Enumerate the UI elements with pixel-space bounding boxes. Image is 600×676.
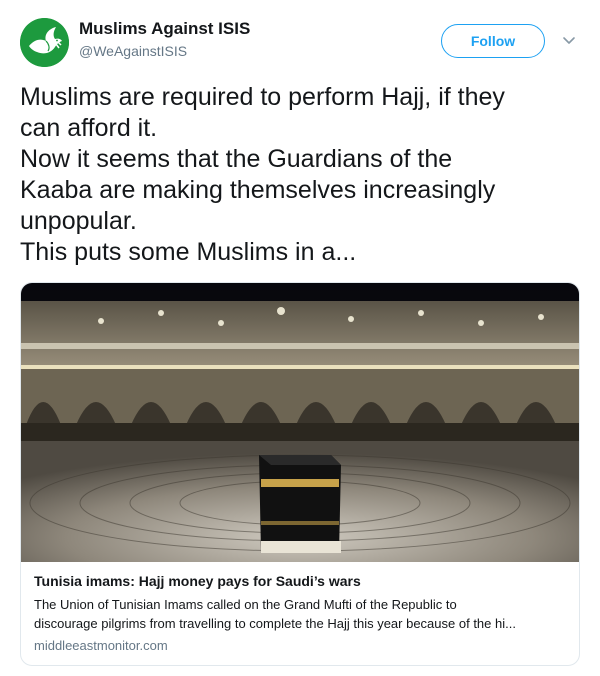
follow-button[interactable]: Follow: [441, 24, 545, 58]
chevron-down-icon: [563, 37, 575, 44]
author-name[interactable]: Muslims Against ISIS: [79, 19, 250, 39]
link-card-title: Tunisia imams: Hajj money pays for Saudi…: [34, 573, 361, 589]
tweet-text-line: Muslims are required to perform Hajj, if…: [20, 83, 505, 111]
tweet-text-line: This puts some Muslims in a...: [20, 238, 357, 266]
tweet-text: Muslims are required to perform Hajj, if…: [20, 82, 585, 268]
tweet-text-line: Now it seems that the Guardians of the: [20, 145, 453, 173]
link-card[interactable]: Tunisia imams: Hajj money pays for Saudi…: [20, 282, 580, 666]
tweet-menu-button[interactable]: [561, 32, 577, 48]
link-card-description: The Union of Tunisian Imams called on th…: [34, 596, 569, 633]
avatar[interactable]: [20, 18, 69, 67]
tweet-text-line: can afford it.: [20, 114, 158, 142]
link-card-description-line: The Union of Tunisian Imams called on th…: [34, 597, 457, 612]
tweet: Muslims Against ISIS @WeAgainstISIS Foll…: [0, 0, 600, 676]
link-card-domain: middleeastmonitor.com: [34, 638, 168, 653]
tweet-text-line: Kaaba are making themselves increasingly: [20, 176, 496, 204]
link-card-image[interactable]: [21, 283, 579, 562]
dove-icon: [20, 18, 69, 67]
author-handle[interactable]: @WeAgainstISIS: [79, 43, 187, 59]
kaaba-photo: [21, 283, 579, 562]
tweet-text-line: unpopular.: [20, 207, 137, 235]
link-card-description-line: discourage pilgrims from travelling to c…: [34, 615, 516, 631]
